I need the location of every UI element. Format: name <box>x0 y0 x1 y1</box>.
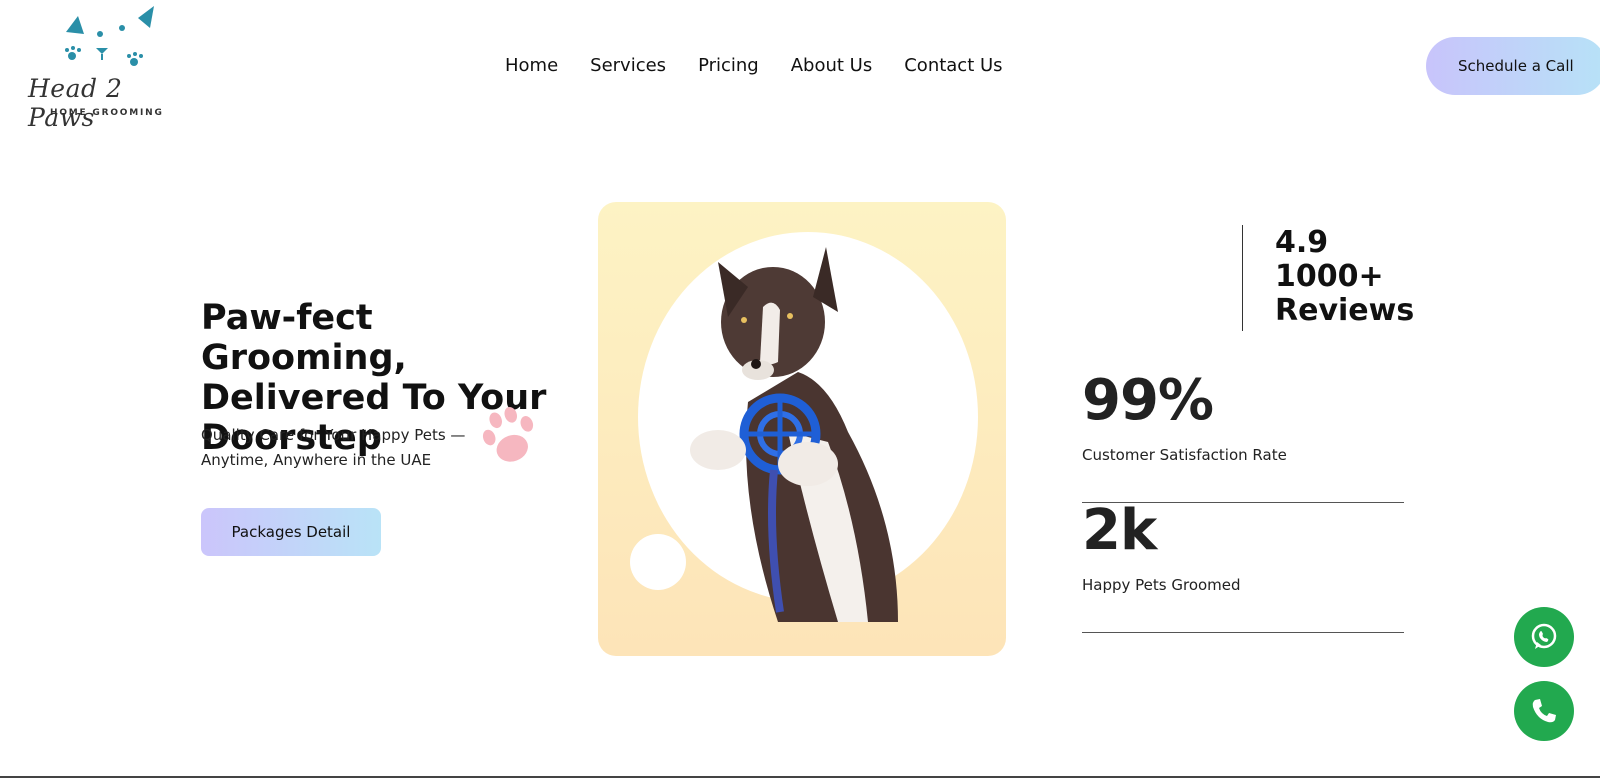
hero-subtitle: Quality Care for Your Happy Pets — Anyti… <box>201 426 466 469</box>
hero-image-card <box>598 202 1006 656</box>
nav-home[interactable]: Home <box>505 55 558 76</box>
schedule-call-button[interactable]: Schedule a Call <box>1426 37 1600 95</box>
stats-divider <box>1082 632 1404 633</box>
rating-reviews-count: 1000+ <box>1275 259 1384 294</box>
whatsapp-button[interactable] <box>1514 607 1574 667</box>
satisfaction-value: 99% <box>1082 368 1214 433</box>
paw-marks-icon <box>65 6 154 66</box>
nav-contact-us[interactable]: Contact Us <box>904 55 1002 76</box>
rating-reviews-label: Reviews <box>1275 293 1415 328</box>
rating-value: 4.9 <box>1275 225 1329 260</box>
rating-block: 4.9 1000+ Reviews <box>1275 226 1414 328</box>
brand-logo[interactable]: Head 2 Paws HOME GROOMING <box>28 4 188 132</box>
whatsapp-icon <box>1531 623 1557 649</box>
phone-icon <box>1532 699 1556 723</box>
dog-with-ball-illustration <box>630 232 978 622</box>
packages-detail-button[interactable]: Packages Detail <box>201 508 381 556</box>
main-nav: Home Services Pricing About Us Contact U… <box>505 55 1003 76</box>
pets-groomed-label: Happy Pets Groomed <box>1082 576 1241 594</box>
nav-services[interactable]: Services <box>590 55 666 76</box>
brand-tagline: HOME GROOMING <box>50 108 164 118</box>
brand-name: Head 2 Paws <box>28 74 123 132</box>
rating-divider <box>1242 225 1243 331</box>
pets-groomed-value: 2k <box>1082 498 1157 563</box>
nav-pricing[interactable]: Pricing <box>698 55 759 76</box>
paw-print-icon <box>482 407 534 462</box>
satisfaction-label: Customer Satisfaction Rate <box>1082 446 1287 464</box>
phone-call-button[interactable] <box>1514 681 1574 741</box>
nav-about-us[interactable]: About Us <box>791 55 873 76</box>
